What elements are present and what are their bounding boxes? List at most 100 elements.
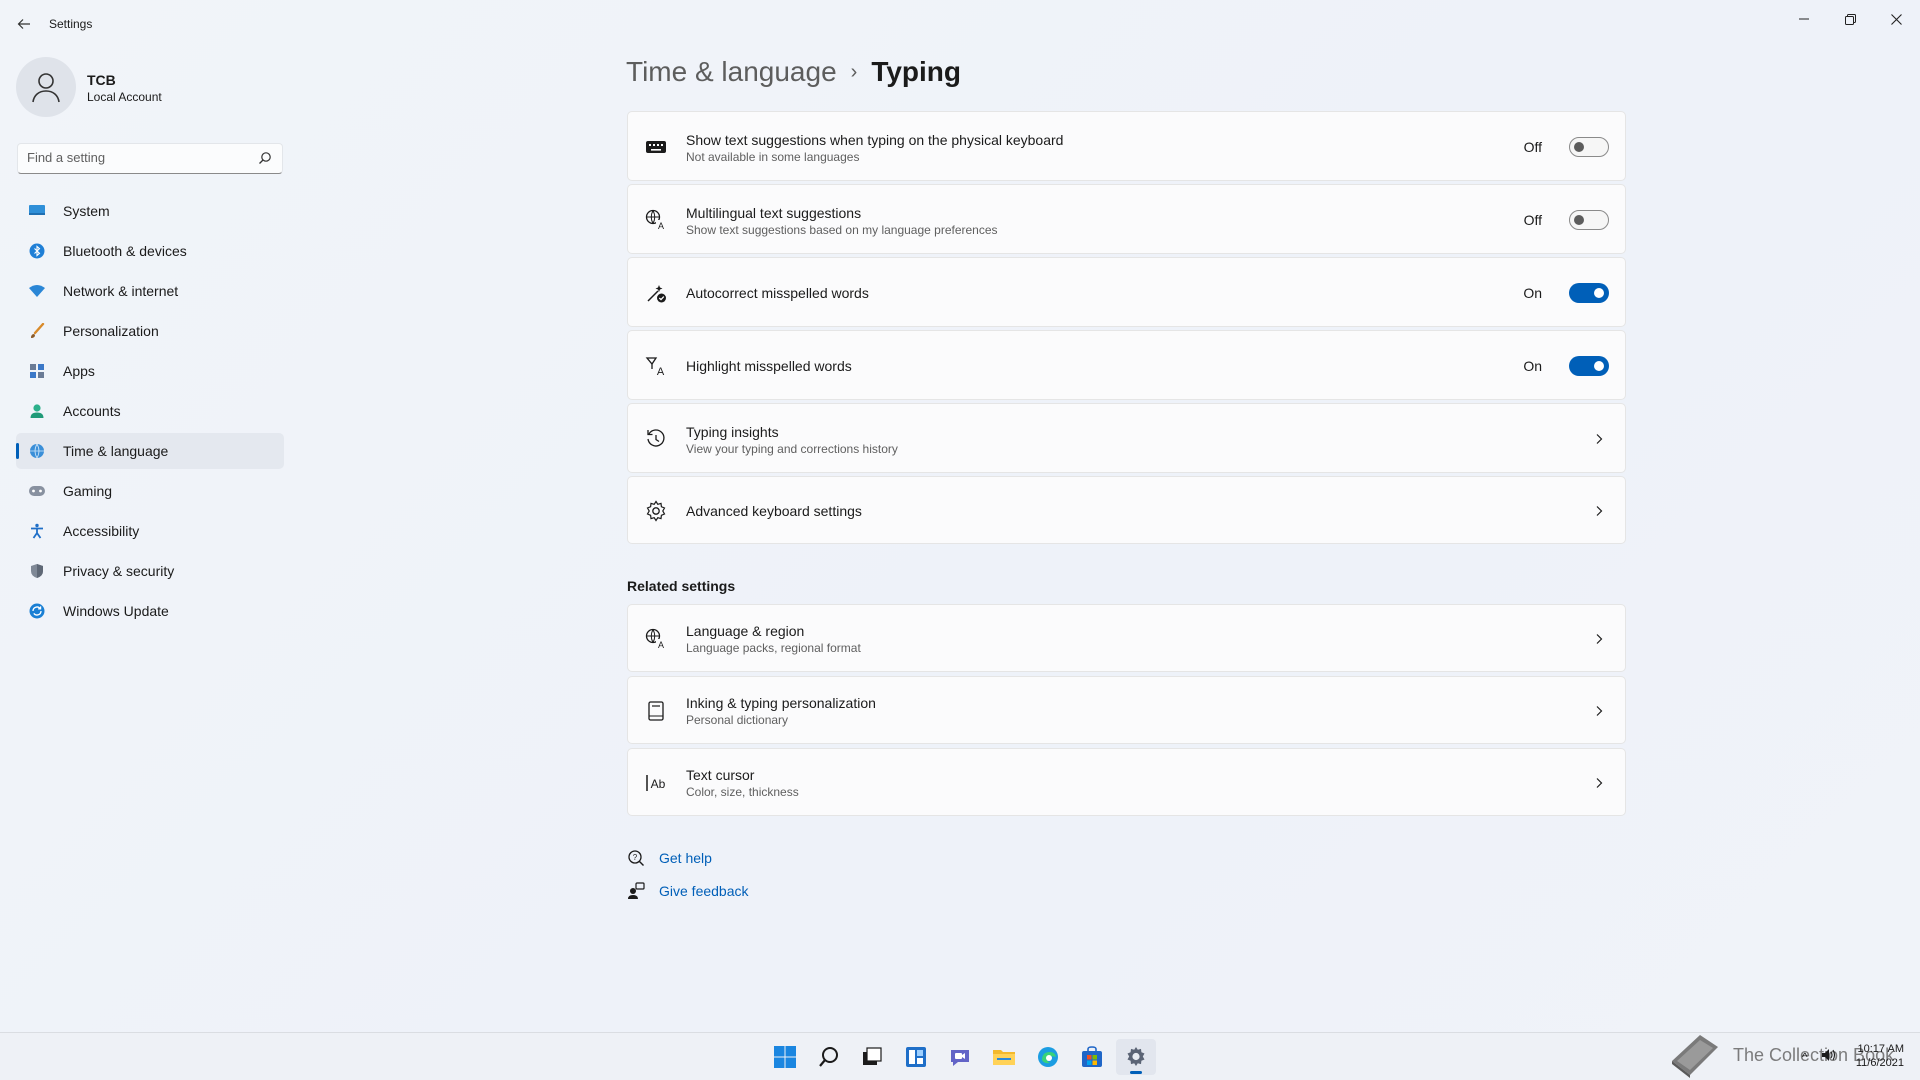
taskbar-widgets[interactable] [896, 1039, 936, 1075]
setting-title: Language & region [686, 623, 805, 639]
setting-typing-insights[interactable]: Typing insights View your typing and cor… [627, 403, 1626, 473]
clock-date: 11/6/2021 [1855, 1057, 1904, 1069]
restore-button[interactable] [1827, 4, 1873, 34]
setting-subtitle: Language packs, regional format [686, 641, 861, 655]
title-bar: Settings [0, 0, 1920, 48]
svg-text:?: ? [633, 853, 638, 862]
svg-text:Ab: Ab [651, 777, 666, 791]
notebook-icon [644, 699, 668, 723]
sidebar-item-windows-update[interactable]: Windows Update [16, 593, 284, 629]
avatar[interactable] [16, 57, 76, 117]
back-button[interactable] [10, 10, 38, 38]
svg-text:A: A [657, 366, 665, 377]
related-inking-typing[interactable]: Inking & typing personalization Personal… [627, 676, 1626, 744]
search-box[interactable] [17, 143, 283, 174]
breadcrumb-parent[interactable]: Time & language [626, 56, 837, 88]
sidebar-item-label: Apps [63, 363, 95, 379]
teams-chat-icon [951, 1050, 969, 1066]
search-input[interactable] [27, 150, 247, 165]
taskbar-store[interactable] [1072, 1039, 1112, 1075]
wifi-icon [28, 282, 46, 300]
toggle-state-label: On [1523, 358, 1542, 374]
highlight-misspelled-toggle[interactable] [1569, 356, 1609, 376]
volume-icon[interactable] [1820, 1047, 1836, 1066]
setting-highlight-misspelled[interactable]: A Highlight misspelled words On [627, 330, 1626, 400]
taskbar-start[interactable] [765, 1039, 805, 1075]
store-icon [1082, 1046, 1102, 1067]
chevron-right-icon [1596, 634, 1603, 644]
text-cursor-icon: Ab [644, 771, 668, 795]
sidebar-nav: System Bluetooth & devices Network & int… [16, 193, 284, 633]
chevron-right-icon [1596, 434, 1603, 444]
person-icon [32, 73, 60, 103]
settings-icon [1127, 1047, 1145, 1066]
sidebar-item-label: Network & internet [63, 283, 179, 299]
svg-text:A: A [658, 221, 664, 231]
minimize-button[interactable] [1781, 4, 1827, 34]
page-title: Typing [871, 56, 962, 87]
taskbar-clock[interactable]: 10:17 AM 11/6/2021 [1856, 1042, 1904, 1070]
search-icon [819, 1047, 838, 1067]
start-icon [774, 1046, 796, 1068]
sidebar-item-gaming[interactable]: Gaming [16, 473, 284, 509]
settings-window: Settings TCB Local Account System Blueto… [0, 0, 1920, 1032]
taskbar-task-view[interactable] [852, 1039, 892, 1075]
setting-title: Advanced keyboard settings [686, 503, 862, 519]
setting-subtitle: Show text suggestions based on my langua… [686, 223, 998, 237]
close-button[interactable] [1873, 4, 1919, 34]
setting-subtitle: View your typing and corrections history [686, 442, 898, 456]
app-title: Settings [49, 17, 93, 31]
get-help-link[interactable]: ? Get help [627, 849, 712, 867]
taskbar-edge[interactable] [1028, 1039, 1068, 1075]
setting-title: Show text suggestions when typing on the… [686, 132, 1064, 148]
sidebar-item-time-language[interactable]: Time & language [16, 433, 284, 469]
give-feedback-label[interactable]: Give feedback [659, 883, 749, 899]
sidebar-item-network[interactable]: Network & internet [16, 273, 284, 309]
setting-subtitle: Not available in some languages [686, 150, 860, 164]
sidebar-item-label: Accessibility [63, 523, 140, 539]
sidebar-item-system[interactable]: System [16, 193, 284, 229]
language-icon: A [644, 208, 668, 232]
apps-icon [28, 362, 46, 380]
taskbar-file-explorer[interactable] [984, 1039, 1024, 1075]
related-text-cursor[interactable]: Ab Text cursor Color, size, thickness [627, 748, 1626, 816]
sidebar-item-personalization[interactable]: Personalization [16, 313, 284, 349]
setting-title: Highlight misspelled words [686, 358, 852, 374]
sidebar-item-label: System [63, 203, 110, 219]
sidebar-item-apps[interactable]: Apps [16, 353, 284, 389]
setting-advanced-keyboard[interactable]: Advanced keyboard settings [627, 476, 1626, 544]
setting-text-suggestions[interactable]: Show text suggestions when typing on the… [627, 111, 1626, 181]
profile-account-type: Local Account [87, 90, 162, 104]
tray-chevron-icon[interactable]: ^ [1802, 1050, 1808, 1064]
autocorrect-icon [644, 281, 668, 305]
taskbar-settings[interactable] [1116, 1039, 1156, 1075]
edge-icon [1038, 1047, 1058, 1067]
setting-subtitle: Personal dictionary [686, 713, 789, 727]
brush-icon [28, 322, 46, 340]
history-icon [644, 427, 668, 451]
related-language-region[interactable]: A Language & region Language packs, regi… [627, 604, 1626, 672]
taskbar-teams-chat[interactable] [940, 1039, 980, 1075]
breadcrumb: Time & language › Typing [626, 56, 961, 88]
setting-multilingual-suggestions[interactable]: A Multilingual text suggestions Show tex… [627, 184, 1626, 254]
text-suggestions-toggle[interactable] [1569, 137, 1609, 157]
sidebar-item-bluetooth[interactable]: Bluetooth & devices [16, 233, 284, 269]
autocorrect-toggle[interactable] [1569, 283, 1609, 303]
book-logo-icon [1672, 1035, 1718, 1078]
setting-title: Multilingual text suggestions [686, 205, 862, 221]
chevron-right-icon [1596, 778, 1603, 788]
accessibility-icon [28, 522, 46, 540]
taskbar-search[interactable] [809, 1039, 849, 1075]
system-icon [28, 202, 46, 220]
get-help-label[interactable]: Get help [659, 850, 712, 866]
sidebar-item-accounts[interactable]: Accounts [16, 393, 284, 429]
sidebar-item-accessibility[interactable]: Accessibility [16, 513, 284, 549]
sidebar-item-privacy[interactable]: Privacy & security [16, 553, 284, 589]
multilingual-suggestions-toggle[interactable] [1569, 210, 1609, 230]
language-icon: A [644, 627, 668, 651]
help-icon: ? [627, 849, 645, 867]
minimize-icon [1799, 18, 1809, 20]
search-icon[interactable] [258, 151, 272, 165]
give-feedback-link[interactable]: Give feedback [627, 882, 749, 900]
setting-autocorrect[interactable]: Autocorrect misspelled words On [627, 257, 1626, 327]
